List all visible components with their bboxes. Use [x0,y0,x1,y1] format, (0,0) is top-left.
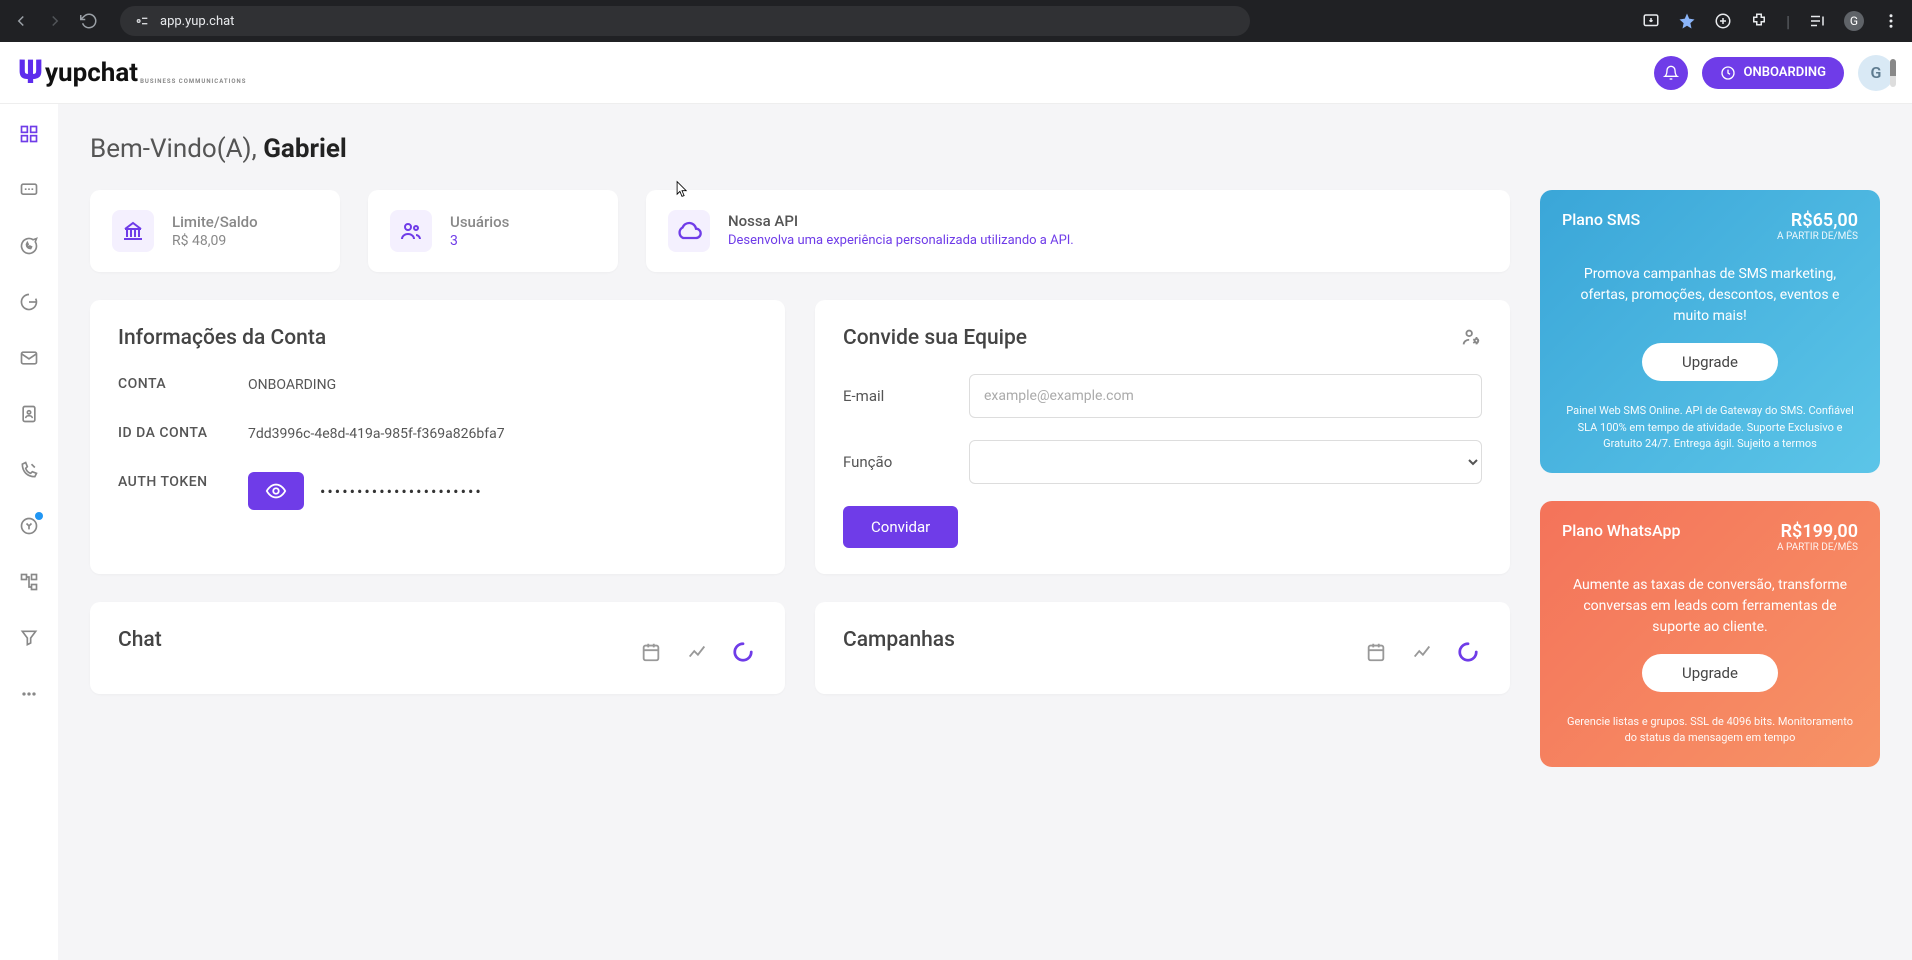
invite-team-card: Convide sua Equipe E-mail Função Convida… [815,300,1510,574]
sidebar-flow-icon[interactable] [17,570,41,594]
stat-api-label: Nossa API [728,212,1074,230]
chat-section-title: Chat [118,628,162,652]
browser-chrome: app.yup.chat | G [0,0,1912,42]
campaigns-calendar-icon[interactable] [1362,638,1390,666]
account-value: ONBOARDING [248,377,757,393]
chat-spinner-icon[interactable] [729,638,757,666]
browser-forward-icon[interactable] [46,12,64,30]
chat-chart-icon[interactable] [683,638,711,666]
plan-sms-foot: Painel Web SMS Online. API de Gateway do… [1562,403,1858,453]
campaigns-section-title: Campanhas [843,628,955,652]
email-label: E-mail [843,387,953,405]
browser-back-icon[interactable] [12,12,30,30]
plan-sms-name: Plano SMS [1562,210,1640,229]
site-info-icon[interactable] [134,13,150,29]
stat-users-label: Usuários [450,213,509,231]
stat-balance-value: R$ 48,09 [172,233,258,249]
onboarding-button[interactable]: ONBOARDING [1702,57,1844,89]
stat-balance-card[interactable]: Limite/Saldo R$ 48,09 [90,190,340,272]
stat-api-card[interactable]: Nossa API Desenvolva uma experiência per… [646,190,1510,272]
sidebar-dashboard-icon[interactable] [17,122,41,146]
app-header: 𝚿yupchatBUSINESS COMMUNICATIONS ONBOARDI… [0,42,1912,104]
role-select[interactable] [969,440,1482,484]
bookmark-star-icon[interactable] [1678,12,1696,30]
plan-sms-unit: A PARTIR DE/MÊS [1777,231,1858,242]
sidebar-sms-icon[interactable] [17,178,41,202]
extensions-icon[interactable] [1750,12,1768,30]
campaigns-section-card: Campanhas [815,602,1510,694]
cloud-icon [668,210,710,252]
browser-url-bar[interactable]: app.yup.chat [120,6,1250,36]
plan-sms-upgrade-button[interactable]: Upgrade [1642,343,1778,381]
chat-section-card: Chat [90,602,785,694]
sidebar-email-icon[interactable] [17,346,41,370]
account-label: CONTA [118,374,238,395]
bank-icon [112,210,154,252]
auth-token-mask: •••••••••••••••••••••• [320,482,483,501]
users-icon [390,210,432,252]
campaigns-chart-icon[interactable] [1408,638,1436,666]
sidebar [0,104,58,960]
sidebar-google-icon[interactable] [17,290,41,314]
plan-sms-desc: Promova campanhas de SMS marketing, ofer… [1562,264,1858,327]
browser-reload-icon[interactable] [80,12,98,30]
welcome-heading: Bem-Vindo(A), Gabriel [90,134,1880,164]
stat-users-value: 3 [450,233,509,249]
sidebar-voice-icon[interactable] [17,458,41,482]
media-control-icon[interactable] [1808,12,1826,30]
sidebar-yup-icon[interactable] [17,514,41,538]
install-app-icon[interactable] [1642,12,1660,30]
user-avatar[interactable]: G [1858,55,1894,91]
plan-sms-price: R$65,00 [1777,210,1858,231]
plan-wa-foot: Gerencie listas e grupos. SSL de 4096 bi… [1562,714,1858,747]
invite-title: Convide sua Equipe [843,326,1027,350]
account-info-card: Informações da Conta CONTA ONBOARDING ID… [90,300,785,574]
plan-sms-card: Plano SMS R$65,00 A PARTIR DE/MÊS Promov… [1540,190,1880,473]
browser-menu-icon[interactable] [1882,12,1900,30]
plan-whatsapp-card: Plano WhatsApp R$199,00 A PARTIR DE/MÊS … [1540,501,1880,767]
stat-users-card[interactable]: Usuários 3 [368,190,618,272]
notifications-button[interactable] [1654,56,1688,90]
app-logo[interactable]: 𝚿yupchatBUSINESS COMMUNICATIONS [18,55,246,90]
team-settings-icon[interactable] [1460,326,1482,348]
stat-balance-label: Limite/Saldo [172,213,258,231]
invite-button[interactable]: Convidar [843,506,958,548]
campaigns-spinner-icon[interactable] [1454,638,1482,666]
sidebar-more-icon[interactable] [17,682,41,706]
plan-wa-name: Plano WhatsApp [1562,521,1681,540]
browser-url-text: app.yup.chat [160,14,234,29]
plan-wa-unit: A PARTIR DE/MÊS [1777,542,1858,553]
plan-wa-price: R$199,00 [1777,521,1858,542]
browser-profile-avatar[interactable]: G [1844,11,1864,31]
email-input[interactable] [969,374,1482,418]
chat-calendar-icon[interactable] [637,638,665,666]
plan-wa-upgrade-button[interactable]: Upgrade [1642,654,1778,692]
new-tab-plus-icon[interactable] [1714,12,1732,30]
sidebar-contacts-icon[interactable] [17,402,41,426]
reveal-token-button[interactable] [248,472,304,510]
account-id-value: 7dd3996c-4e8d-419a-985f-f369a826bfa7 [248,426,757,442]
sidebar-filter-icon[interactable] [17,626,41,650]
plan-wa-desc: Aumente as taxas de conversão, transform… [1562,575,1858,638]
account-id-label: ID DA CONTA [118,423,238,444]
stat-api-desc: Desenvolva uma experiência personalizada… [728,232,1074,250]
auth-token-label: AUTH TOKEN [118,472,238,493]
sidebar-whatsapp-icon[interactable] [17,234,41,258]
role-label: Função [843,453,953,471]
account-info-title: Informações da Conta [118,326,757,350]
